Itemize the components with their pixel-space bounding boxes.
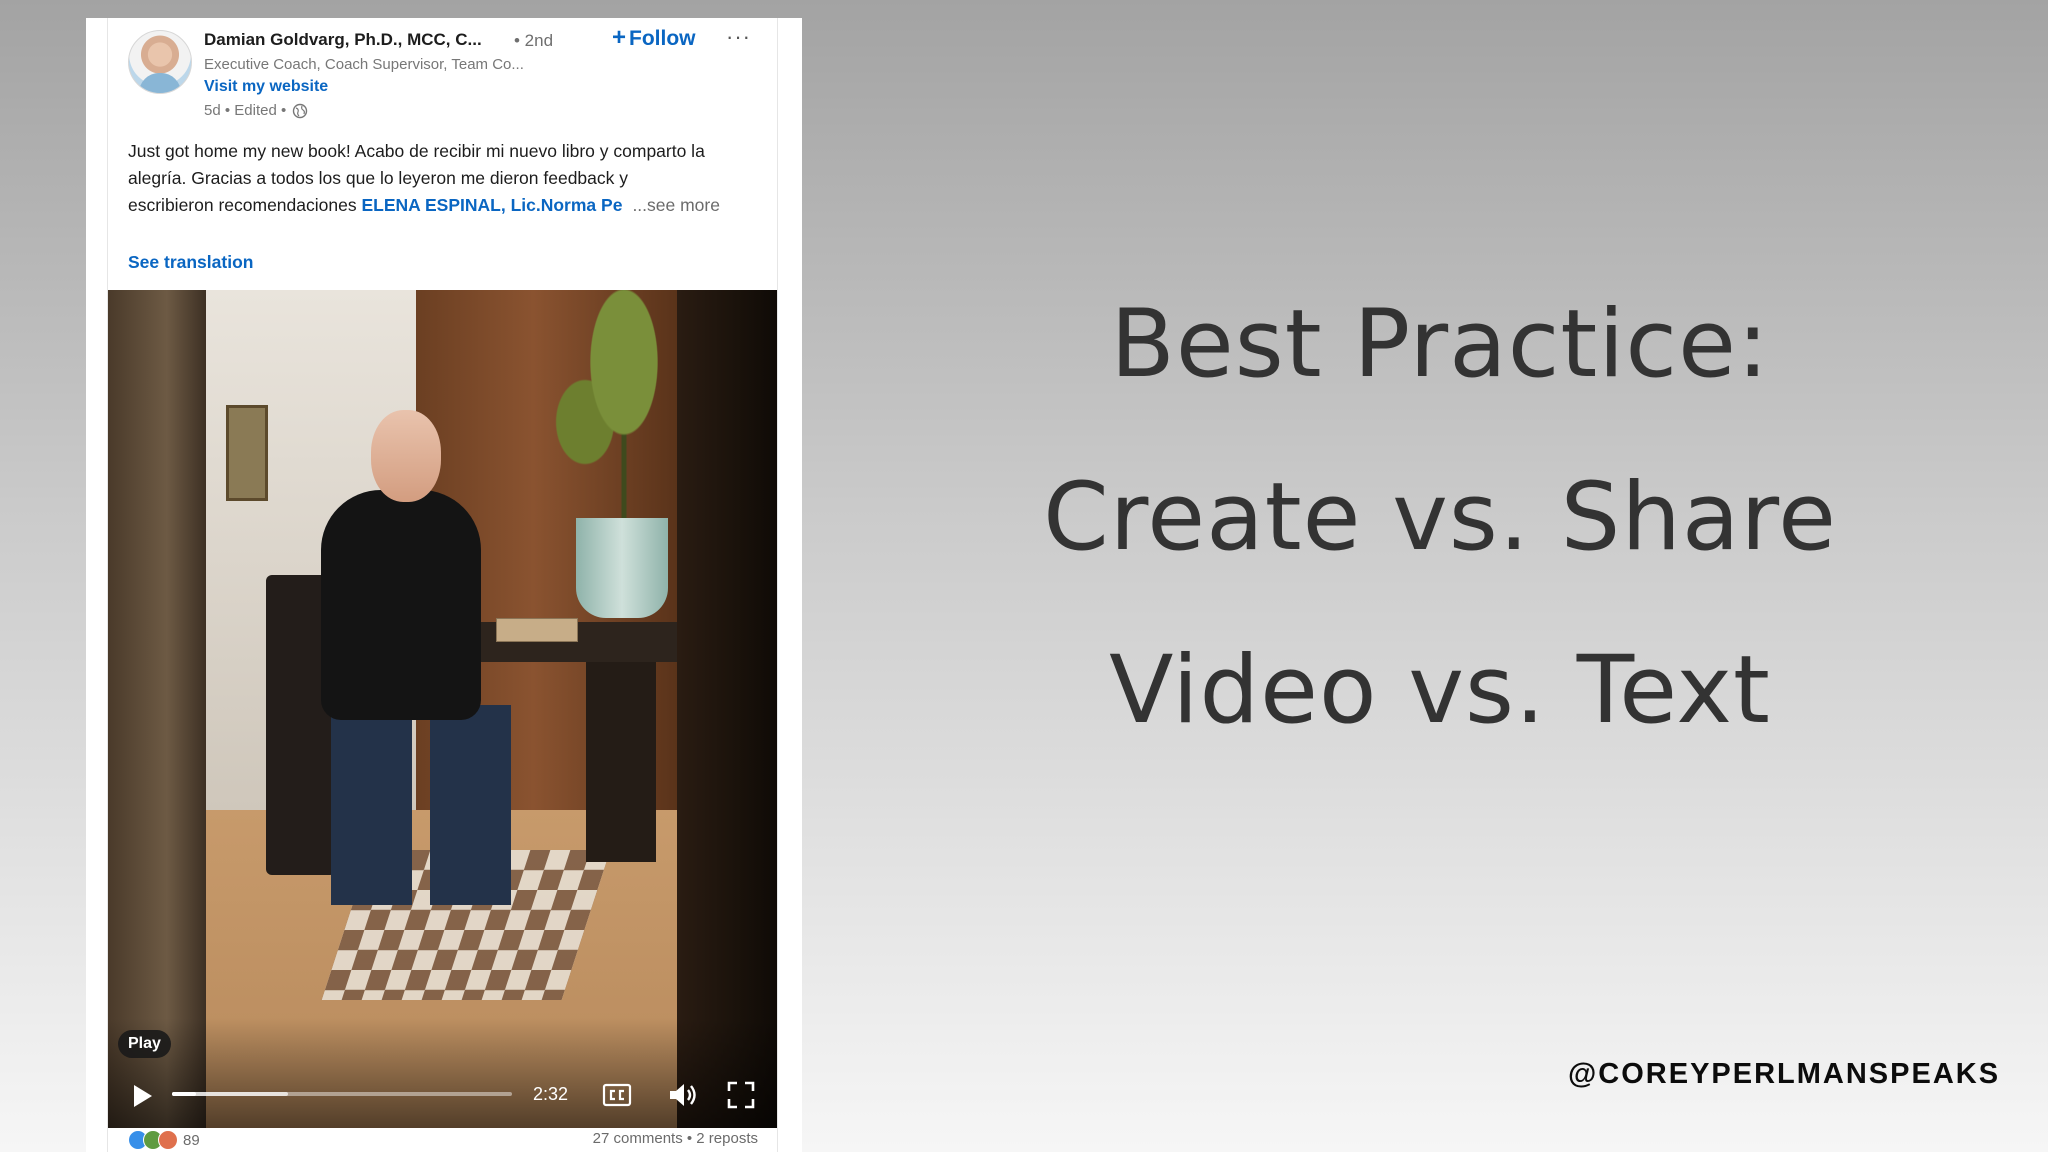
post-text-line-3-prefix: escribieron recomendaciones bbox=[128, 195, 362, 215]
see-more-link[interactable]: ...see more bbox=[632, 195, 720, 215]
social-counts: 89 27 comments • 2 reposts bbox=[128, 1130, 758, 1152]
progress-played bbox=[172, 1092, 196, 1096]
scene-plant-pot bbox=[576, 518, 668, 618]
play-tooltip: Play bbox=[118, 1030, 171, 1058]
author-name[interactable]: Damian Goldvarg, Ph.D., MCC, C... bbox=[204, 30, 482, 50]
play-icon[interactable] bbox=[128, 1082, 156, 1110]
video-frame bbox=[206, 290, 677, 1128]
scene-picture-frame bbox=[226, 405, 268, 501]
post-text-line-3: escribieron recomendaciones ELENA ESPINA… bbox=[128, 192, 768, 219]
scene-person-torso bbox=[321, 490, 481, 720]
post-meta: 5d • Edited • bbox=[204, 102, 308, 119]
scene-person-head bbox=[371, 410, 441, 502]
video-blur-band-right bbox=[677, 290, 777, 1128]
post-text: Just got home my new book! Acabo de reci… bbox=[128, 138, 768, 219]
scene-person-legs bbox=[331, 705, 511, 905]
comments-reposts-count[interactable]: 27 comments • 2 reposts bbox=[593, 1130, 758, 1147]
follow-label: Follow bbox=[629, 27, 696, 50]
slide-title-line-2: Create vs. Share bbox=[1043, 463, 1837, 572]
scene-book-package bbox=[496, 618, 578, 642]
slide-title-line-1: Best Practice: bbox=[1110, 290, 1770, 399]
scene-desk-leg bbox=[586, 662, 656, 862]
post-timestamp: 5d • Edited • bbox=[204, 102, 287, 119]
follow-button[interactable]: + Follow bbox=[612, 24, 696, 52]
globe-icon bbox=[293, 103, 308, 118]
controls-shade bbox=[108, 1018, 777, 1128]
connection-degree: • 2nd bbox=[514, 31, 554, 50]
captions-icon[interactable] bbox=[602, 1082, 632, 1108]
post-text-line-1: Just got home my new book! Acabo de reci… bbox=[128, 141, 705, 161]
avatar-shirt bbox=[139, 73, 181, 93]
post-text-line-2: alegría. Gracias a todos los que lo leye… bbox=[128, 168, 629, 188]
reaction-count: 89 bbox=[183, 1131, 200, 1149]
avatar[interactable] bbox=[128, 30, 192, 94]
plus-icon: + bbox=[612, 24, 627, 51]
mention-link[interactable]: Lic.Norma Pe bbox=[511, 195, 623, 215]
visit-website-link[interactable]: Visit my website bbox=[204, 78, 328, 96]
post-card: Damian Goldvarg, Ph.D., MCC, C... • 2nd … bbox=[107, 18, 778, 1152]
slide-title-line-3: Video vs. Text bbox=[1109, 636, 1771, 745]
progress-bar[interactable] bbox=[172, 1092, 512, 1096]
see-translation-link[interactable]: See translation bbox=[128, 252, 253, 273]
mention-link[interactable]: ELENA ESPINAL bbox=[361, 195, 500, 215]
video-blur-band-left bbox=[108, 290, 206, 1128]
volume-icon[interactable] bbox=[667, 1080, 699, 1110]
social-handle: @COREYPERLMANSPEAKS bbox=[1568, 1058, 2001, 1090]
fullscreen-icon[interactable] bbox=[726, 1080, 756, 1110]
more-options-icon[interactable]: ··· bbox=[726, 24, 751, 50]
reactions[interactable]: 89 bbox=[128, 1130, 200, 1150]
video-player[interactable]: Play 2:32 bbox=[108, 290, 777, 1128]
mention-separator: , bbox=[500, 195, 511, 215]
linkedin-post-screenshot: Damian Goldvarg, Ph.D., MCC, C... • 2nd … bbox=[86, 18, 802, 1152]
scene-plant bbox=[546, 290, 676, 530]
time-remaining: 2:32 bbox=[533, 1084, 569, 1104]
love-reaction-icon bbox=[158, 1130, 178, 1150]
author-headline: Executive Coach, Coach Supervisor, Team … bbox=[204, 56, 524, 73]
